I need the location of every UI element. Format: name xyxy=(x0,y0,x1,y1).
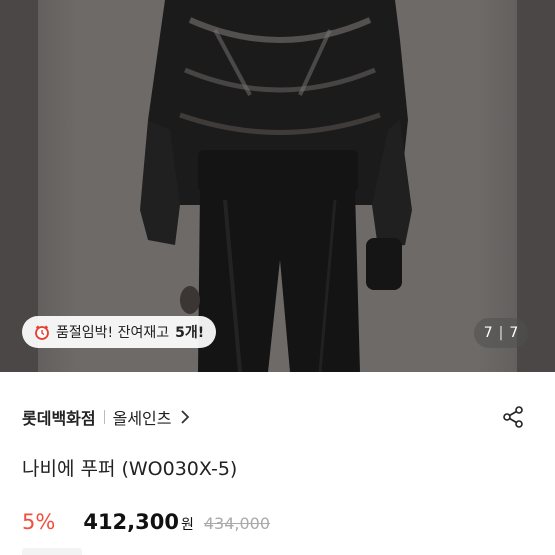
store-divider xyxy=(103,410,105,424)
image-page-indicator: 7 | 7 xyxy=(474,318,528,348)
chevron-right-icon xyxy=(180,410,189,424)
total-pages: 7 xyxy=(509,325,519,341)
product-title: 나비에 푸퍼 (WO030X-5) xyxy=(22,458,238,480)
store-name: 롯데백화점 xyxy=(22,409,96,428)
store-brand-link[interactable]: 롯데백화점 올세인츠 xyxy=(22,404,190,430)
discount-rate: 5% xyxy=(22,510,56,534)
price-row: 5% 412,300 원 434,000 xyxy=(22,510,270,534)
alarm-clock-icon xyxy=(35,325,49,340)
page-separator: | xyxy=(498,325,504,341)
image-edge-right xyxy=(517,0,555,372)
low-stock-badge: 품절임박! 잔여재고 5개! xyxy=(22,316,217,348)
next-section-edge xyxy=(22,548,82,555)
low-stock-count: 5개! xyxy=(175,325,205,341)
product-image[interactable]: 품절임박! 잔여재고 5개! 7 | 7 xyxy=(0,0,555,372)
low-stock-text: 품절임박! 잔여재고 xyxy=(56,325,170,341)
current-page: 7 xyxy=(483,325,493,341)
original-price: 434,000 xyxy=(203,514,271,533)
currency-unit: 원 xyxy=(180,517,194,533)
brand-name: 올세인츠 xyxy=(112,409,172,428)
share-icon[interactable] xyxy=(501,405,525,429)
sale-price: 412,300 xyxy=(83,510,179,534)
